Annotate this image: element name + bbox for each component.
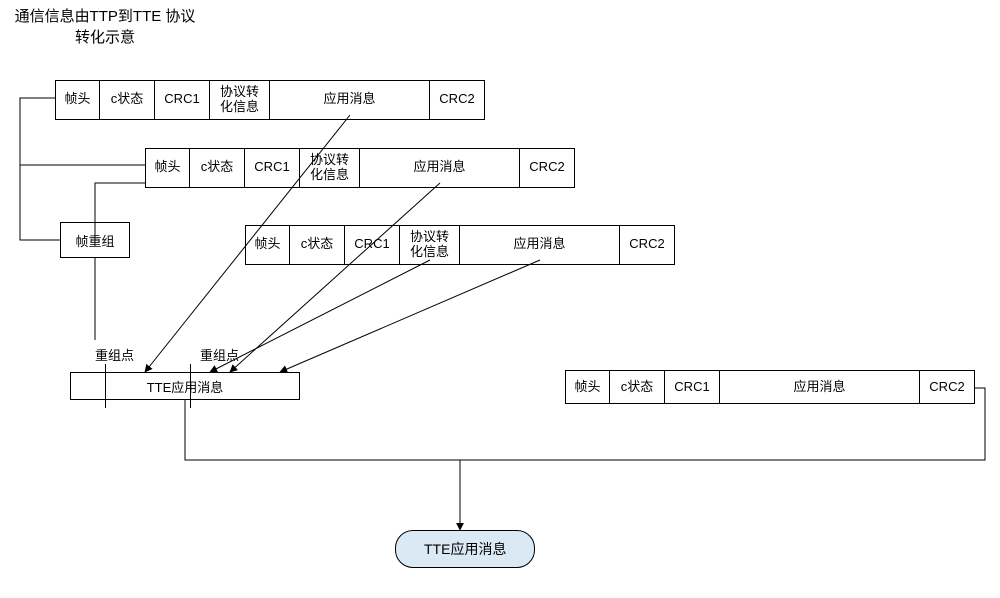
cell-proto: 协议转 化信息 (210, 80, 270, 120)
cell-crc1: CRC1 (665, 370, 720, 404)
frame-row-1: 帧头 c状态 CRC1 协议转 化信息 应用消息 CRC2 (55, 80, 485, 120)
cell-appmsg: 应用消息 (270, 80, 430, 120)
cell-appmsg: 应用消息 (360, 148, 520, 188)
reassembly-point-label-1: 重组点 (95, 345, 134, 364)
cell-cstate: c状态 (290, 225, 345, 265)
cell-appmsg: 应用消息 (720, 370, 920, 404)
tick-2 (190, 364, 191, 408)
cell-crc1: CRC1 (345, 225, 400, 265)
cell-cstate: c状态 (610, 370, 665, 404)
cell-proto: 协议转 化信息 (400, 225, 460, 265)
reassemble-box: 帧重组 (60, 222, 130, 258)
frame-row-2: 帧头 c状态 CRC1 协议转 化信息 应用消息 CRC2 (145, 148, 575, 188)
frame-row-3: 帧头 c状态 CRC1 协议转 化信息 应用消息 CRC2 (245, 225, 675, 265)
cell-header: 帧头 (145, 148, 190, 188)
cell-cstate: c状态 (190, 148, 245, 188)
cell-appmsg: 应用消息 (460, 225, 620, 265)
frame-row-4: 帧头 c状态 CRC1 应用消息 CRC2 (565, 370, 975, 404)
cell-crc1: CRC1 (155, 80, 210, 120)
terminal-tte-app-msg: TTE应用消息 (395, 530, 535, 568)
cell-crc2: CRC2 (920, 370, 975, 404)
cell-header: 帧头 (55, 80, 100, 120)
cell-cstate: c状态 (100, 80, 155, 120)
cell-crc1: CRC1 (245, 148, 300, 188)
cell-header: 帧头 (565, 370, 610, 404)
reassembly-point-label-2: 重组点 (200, 345, 239, 364)
diagram-title: 通信信息由TTP到TTE 协议转化示意 (10, 6, 200, 48)
cell-crc2: CRC2 (620, 225, 675, 265)
cell-crc2: CRC2 (520, 148, 575, 188)
cell-header: 帧头 (245, 225, 290, 265)
tick-1 (105, 364, 106, 408)
cell-proto: 协议转 化信息 (300, 148, 360, 188)
cell-crc2: CRC2 (430, 80, 485, 120)
diagram-canvas: 通信信息由TTP到TTE 协议转化示意 帧头 c状态 CRC1 协议转 化信息 … (0, 0, 1000, 598)
